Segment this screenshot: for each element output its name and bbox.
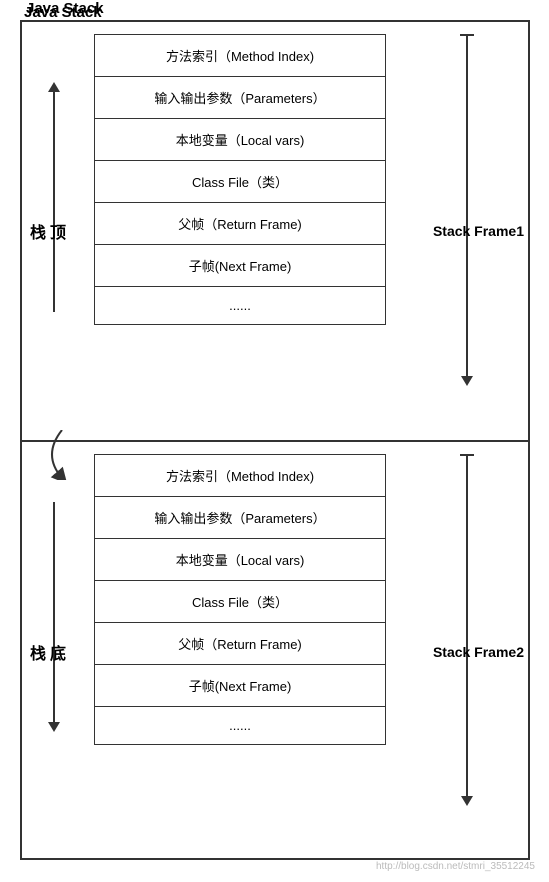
frame2-box: 方法索引（Method Index) 输入输出参数（Parameters） 本地… (94, 454, 386, 745)
top-half: 栈顶 方法索引（Method Index) 输入输出参数（Parameters）… (22, 22, 528, 442)
frame2-row-6: ...... (95, 707, 385, 744)
frame1-row-2: 本地变量（Local vars) (95, 119, 385, 161)
frame2-bracket (460, 454, 474, 806)
stack-top-label: 栈顶 (30, 219, 70, 243)
main-title: Java Stack (24, 4, 102, 21)
frame1-box: 方法索引（Method Index) 输入输出参数（Parameters） 本地… (94, 34, 386, 325)
frame1-row-1: 输入输出参数（Parameters） (95, 77, 385, 119)
frame1-row-3: Class File（类） (95, 161, 385, 203)
zhandi-arrow (48, 502, 60, 732)
frame1-row-0: 方法索引（Method Index) (95, 35, 385, 77)
stack-frame1-label: Stack Frame1 (433, 223, 524, 239)
frame2-row-2: 本地变量（Local vars) (95, 539, 385, 581)
watermark: http://blog.csdn.net/stmri_35512245 (376, 861, 535, 872)
frame2-row-1: 输入输出参数（Parameters） (95, 497, 385, 539)
frame1-row-6: ...... (95, 287, 385, 324)
frame1-bracket (460, 34, 474, 386)
frame2-row-4: 父帧（Return Frame) (95, 623, 385, 665)
frame2-row-3: Class File（类） (95, 581, 385, 623)
bottom-half: 栈底 方法索引（Method Index) 输入输出参数（Parameters）… (22, 442, 528, 862)
frame2-row-0: 方法索引（Method Index) (95, 455, 385, 497)
frame1-row-5: 子帧(Next Frame) (95, 245, 385, 287)
stack-bottom-label: 栈底 (30, 640, 70, 664)
frame2-row-5: 子帧(Next Frame) (95, 665, 385, 707)
frame1-row-4: 父帧（Return Frame) (95, 203, 385, 245)
stack-frame2-label: Stack Frame2 (433, 644, 524, 660)
zhanding-arrow (48, 82, 60, 312)
